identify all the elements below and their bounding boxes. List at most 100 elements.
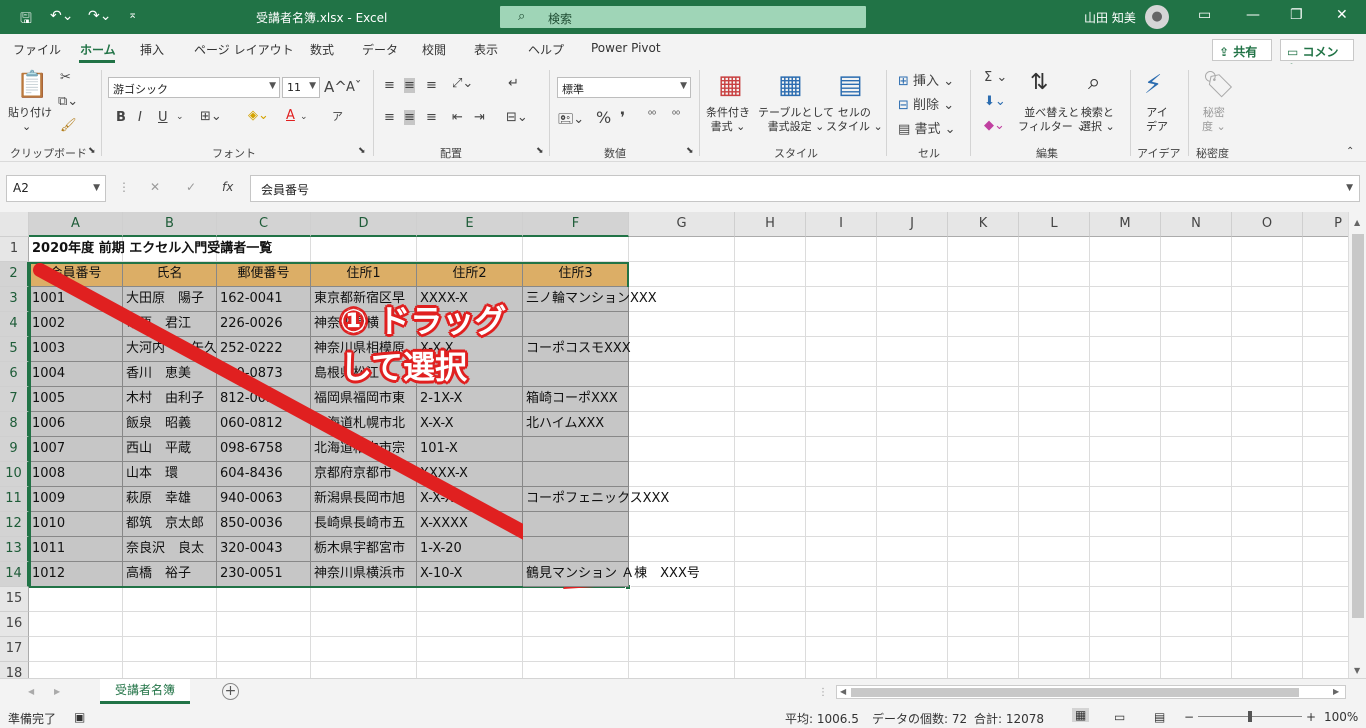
align-top-icon[interactable]: ≡ (384, 78, 395, 93)
merge-center-icon[interactable]: ⊟⌄ (506, 110, 528, 125)
column-header[interactable]: K (948, 212, 1019, 237)
increase-indent-icon[interactable]: ⇥ (474, 110, 485, 125)
cell[interactable] (1019, 662, 1090, 678)
add-sheet-icon[interactable]: + (222, 683, 239, 700)
zoom-in-icon[interactable]: + (1306, 710, 1316, 724)
cell[interactable] (629, 362, 735, 387)
cell[interactable] (877, 312, 948, 337)
cell[interactable] (1161, 587, 1232, 612)
table-cell[interactable] (523, 512, 629, 537)
cell[interactable] (629, 537, 735, 562)
table-cell[interactable]: 京都府京都市 (311, 462, 417, 487)
cell[interactable] (1303, 287, 1348, 312)
cell[interactable] (948, 287, 1019, 312)
table-cell[interactable] (523, 537, 629, 562)
table-cell[interactable]: 北海道稚内市宗 (311, 437, 417, 462)
table-cell[interactable]: コーポフェニックスXXX (523, 487, 669, 512)
cell[interactable] (1161, 412, 1232, 437)
cell[interactable] (29, 612, 123, 637)
cell[interactable] (1232, 362, 1303, 387)
cell[interactable] (629, 237, 735, 262)
table-cell[interactable]: 162-0041 (217, 287, 311, 312)
cell[interactable] (629, 412, 735, 437)
cell[interactable] (1019, 587, 1090, 612)
share-button[interactable]: ⇪ 共有 (1212, 39, 1272, 61)
cell[interactable] (311, 612, 417, 637)
column-header[interactable]: I (806, 212, 877, 237)
cell[interactable] (948, 487, 1019, 512)
cell[interactable] (735, 487, 806, 512)
table-cell[interactable]: 320-0043 (217, 537, 311, 562)
cell[interactable] (948, 637, 1019, 662)
table-cell[interactable]: 木村 由利子 (123, 387, 217, 412)
cell[interactable] (877, 612, 948, 637)
number-format-combo[interactable]: 標準 ▼ (557, 77, 691, 98)
cell[interactable] (1232, 612, 1303, 637)
cell[interactable] (735, 412, 806, 437)
cell[interactable] (1019, 537, 1090, 562)
underline-button[interactable]: U (158, 110, 168, 125)
cell[interactable] (1232, 637, 1303, 662)
table-cell[interactable]: コーポコスモXXX (523, 337, 631, 362)
cell[interactable] (877, 637, 948, 662)
cell[interactable] (417, 612, 523, 637)
column-header[interactable]: A (29, 212, 123, 237)
formula-input[interactable]: 会員番号 ▼ (250, 175, 1360, 202)
page-break-view-icon[interactable]: ▤ (1154, 710, 1165, 724)
cell[interactable] (1303, 462, 1348, 487)
cell[interactable] (948, 412, 1019, 437)
grow-font-icon[interactable]: A^ (324, 78, 347, 96)
cell[interactable] (735, 237, 806, 262)
font-launcher-icon[interactable]: ⬊ (358, 146, 366, 156)
cell[interactable] (948, 337, 1019, 362)
cell[interactable] (629, 587, 735, 612)
cell[interactable] (806, 387, 877, 412)
cell[interactable] (1090, 637, 1161, 662)
row-header[interactable]: 12 (0, 512, 29, 537)
cell[interactable] (1232, 537, 1303, 562)
delete-cells-button[interactable]: ⊟ 削除 ⌄ (898, 94, 954, 113)
cell[interactable] (311, 637, 417, 662)
table-cell[interactable]: 1-X-20 (417, 537, 523, 562)
cell[interactable] (877, 412, 948, 437)
row-header[interactable]: 6 (0, 362, 29, 387)
user-name[interactable]: 山田 知美 (1084, 9, 1136, 26)
align-right-icon[interactable]: ≡ (426, 110, 437, 125)
undo-icon[interactable]: ↶⌄ (50, 8, 73, 24)
row-header[interactable]: 3 (0, 287, 29, 312)
cell[interactable] (629, 637, 735, 662)
cell[interactable] (877, 662, 948, 678)
header-cell[interactable]: 氏名 (123, 262, 217, 287)
cell[interactable] (1161, 637, 1232, 662)
table-cell[interactable]: 1009 (29, 487, 123, 512)
table-cell[interactable]: 1007 (29, 437, 123, 462)
cell[interactable] (1232, 562, 1303, 587)
table-cell[interactable]: 箱崎コーポXXX (523, 387, 629, 412)
column-header[interactable]: L (1019, 212, 1090, 237)
cell[interactable] (948, 462, 1019, 487)
cell[interactable] (877, 262, 948, 287)
table-cell[interactable]: 060-0812 (217, 412, 311, 437)
cell[interactable] (1161, 312, 1232, 337)
search-box[interactable]: ⌕ 検索 (500, 6, 866, 28)
decrease-decimal-icon[interactable]: ⁰⁰ (672, 110, 680, 121)
scroll-down-icon[interactable]: ▼ (1354, 666, 1360, 675)
name-box[interactable]: A2 ▼ (6, 175, 106, 202)
cell[interactable] (1019, 462, 1090, 487)
cell[interactable] (877, 362, 948, 387)
minimize-icon[interactable]: — (1246, 7, 1260, 23)
table-cell[interactable]: 1008 (29, 462, 123, 487)
phonetic-icon[interactable]: ア (332, 108, 343, 124)
table-cell[interactable]: X-X-X (417, 412, 523, 437)
fill-color-icon[interactable]: ◈⌄ (248, 108, 269, 123)
align-bottom-icon[interactable]: ≡ (426, 78, 437, 93)
table-cell[interactable]: 101-X (417, 437, 523, 462)
column-header[interactable]: E (417, 212, 523, 237)
cell[interactable] (806, 537, 877, 562)
column-header[interactable]: C (217, 212, 311, 237)
cell[interactable] (1019, 437, 1090, 462)
cell[interactable] (523, 662, 629, 678)
cell[interactable] (806, 512, 877, 537)
cell[interactable] (948, 562, 1019, 587)
cell[interactable] (735, 512, 806, 537)
